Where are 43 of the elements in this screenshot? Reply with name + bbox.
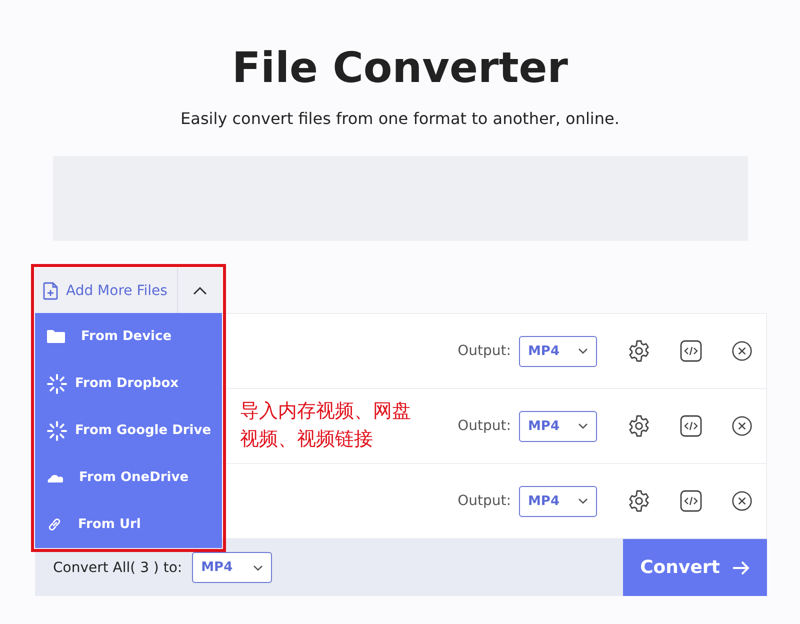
close-icon[interactable] [731,415,753,437]
spinner-icon [47,374,67,394]
annotation-text: 导入内存视频、网盘视频、视频链接 [240,399,412,452]
chevron-down-icon [578,498,588,504]
menu-item[interactable]: From Url [35,501,222,548]
cloud-icon [47,472,63,482]
folder-icon [47,329,65,344]
code-icon[interactable] [679,339,703,363]
format-select[interactable]: MP4 [192,552,272,583]
menu-item[interactable]: From Google Drive [35,407,222,454]
menu-item-label: From Device [81,329,172,344]
menu-item[interactable]: From OneDrive [35,454,222,501]
settings-icon[interactable] [627,339,651,363]
page-subtitle: Easily convert files from one format to another, online. [180,108,620,130]
code-icon[interactable] [679,414,703,438]
settings-icon[interactable] [627,414,651,438]
spinner-icon [47,420,67,440]
menu-item[interactable]: From Dropbox [35,360,222,407]
link-icon [47,517,62,532]
page-title: File Converter [232,42,568,94]
chevron-down-icon [253,564,264,570]
chevron-icon [193,286,207,294]
chevron-down-icon [578,423,588,429]
output-label: Output: [458,418,511,434]
menu-item-label: From Google Drive [75,423,212,438]
convert-all-label: Convert All( 3 ) to: [53,560,182,576]
convert-button[interactable]: Convert [623,539,767,596]
menu-item-label: From Dropbox [75,376,179,391]
menu-item[interactable]: From Device [35,313,222,360]
settings-icon[interactable] [627,489,651,513]
close-icon[interactable] [731,490,753,512]
close-icon[interactable] [731,340,753,362]
format-select[interactable]: MP4 [519,486,597,516]
output-label: Output: [458,493,511,509]
format-select[interactable]: MP4 [519,410,597,442]
menu-item-label: From OneDrive [79,470,189,485]
menu-item-label: From Url [78,517,141,532]
format-select[interactable]: MP4 [519,336,597,366]
chevron-down-icon [578,348,588,354]
code-icon[interactable] [679,489,703,513]
file-plus-icon [43,282,59,300]
arrow-right-icon [732,560,750,576]
output-label: Output: [458,343,511,359]
